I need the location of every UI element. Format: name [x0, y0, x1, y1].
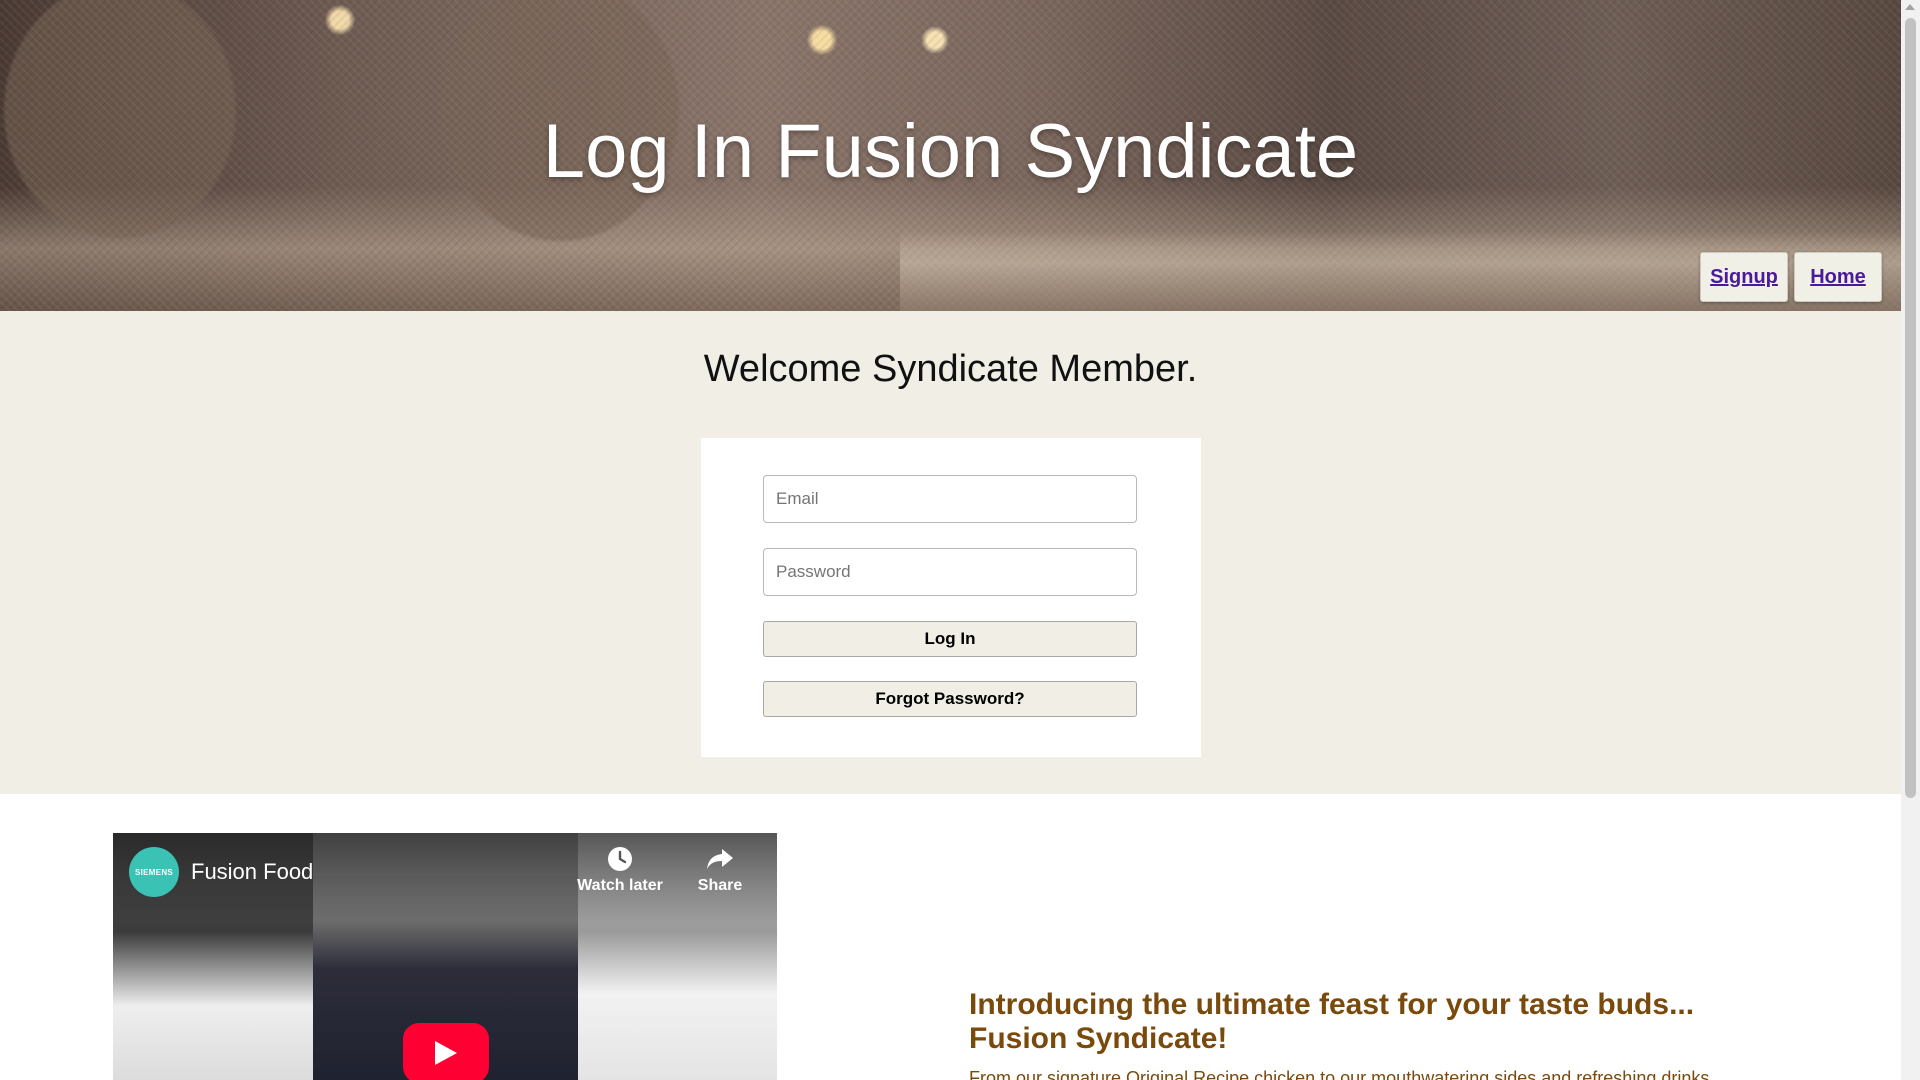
intro-heading: Introducing the ultimate feast for your … — [969, 988, 1869, 1056]
intro-heading-line1: Introducing the ultimate feast for your … — [969, 988, 1695, 1021]
scroll-thumb[interactable] — [1905, 18, 1916, 798]
vertical-scrollbar[interactable] — [1901, 0, 1920, 1080]
intro-body: From our signature Original Recipe chick… — [969, 1068, 1710, 1080]
forgot-password-button[interactable]: Forgot Password? — [763, 681, 1137, 717]
login-form: Log In Forgot Password? — [701, 438, 1201, 757]
login-section: Welcome Syndicate Member. Log In Forgot … — [0, 311, 1901, 794]
intro-heading-line2: Fusion Syndicate! — [969, 1022, 1228, 1055]
video-title[interactable]: Fusion Food — [191, 859, 313, 885]
password-field[interactable] — [763, 548, 1137, 596]
clock-icon — [575, 845, 665, 873]
channel-avatar[interactable]: SIEMENS — [129, 847, 179, 897]
home-link[interactable]: Home — [1794, 252, 1882, 302]
signup-link[interactable]: Signup — [1700, 252, 1788, 302]
play-icon — [435, 1041, 457, 1065]
play-button[interactable] — [403, 1023, 489, 1080]
hero-banner: Log In Fusion Syndicate Signup Home — [0, 0, 1901, 311]
page: Log In Fusion Syndicate Signup Home Welc… — [0, 0, 1901, 1080]
email-field[interactable] — [763, 475, 1137, 523]
watch-later-button[interactable]: Watch later — [575, 845, 665, 895]
welcome-heading: Welcome Syndicate Member. — [703, 348, 1198, 390]
page-title: Log In Fusion Syndicate — [542, 109, 1359, 194]
login-button[interactable]: Log In — [763, 621, 1137, 657]
share-label: Share — [697, 877, 743, 894]
watch-later-label: Watch later — [577, 877, 663, 894]
share-button[interactable]: Share — [675, 845, 765, 895]
scroll-up-arrow-icon[interactable] — [1905, 4, 1915, 10]
share-arrow-icon — [675, 845, 765, 873]
video-player[interactable]: SIEMENS Fusion Food Watch later Share — [113, 833, 777, 1080]
